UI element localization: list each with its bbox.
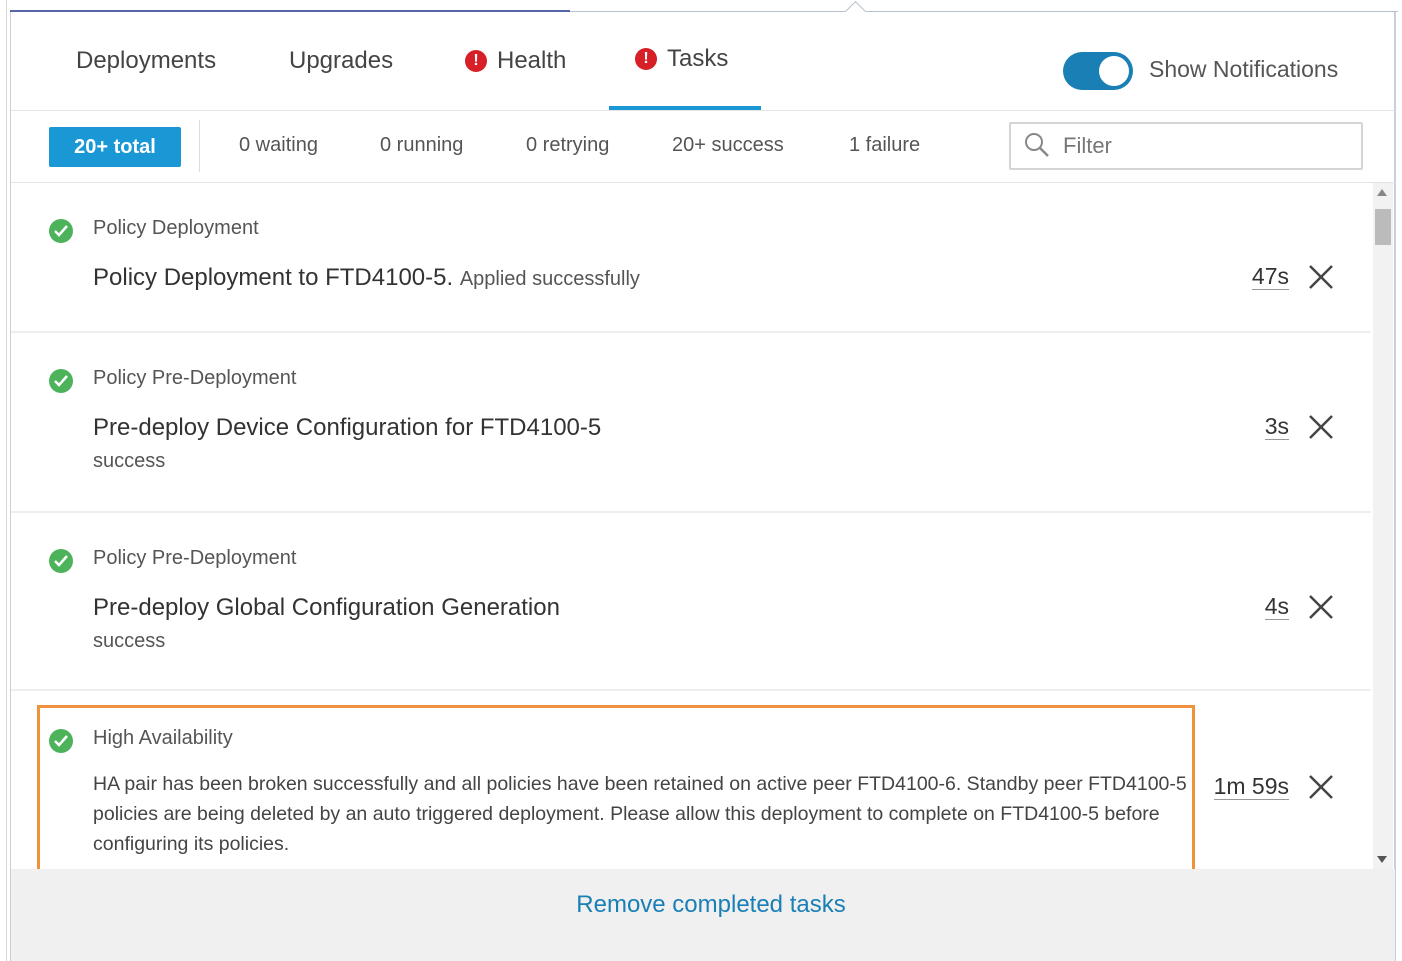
close-icon[interactable] (1307, 263, 1335, 291)
filter-total-button[interactable]: 20+ total (49, 127, 181, 167)
filter-failure[interactable]: 1 failure (849, 134, 920, 157)
tab-tasks[interactable]: ! Tasks (609, 12, 761, 110)
filter-retrying[interactable]: 0 retrying (526, 134, 609, 157)
filter-waiting[interactable]: 0 waiting (239, 134, 318, 157)
task-duration[interactable]: 47s (1251, 263, 1289, 290)
task-item: Policy Deployment Policy Deployment to F… (11, 183, 1371, 333)
status-filter-bar: 20+ total 0 waiting 0 running 0 retrying… (11, 110, 1395, 183)
tab-deployments[interactable]: Deployments (76, 12, 216, 110)
task-message-text: Policy Deployment to FTD4100-5. (93, 264, 454, 291)
close-icon[interactable] (1307, 413, 1335, 441)
tab-label: Upgrades (289, 47, 394, 74)
task-status-text: success (93, 450, 166, 472)
window-top-edge (0, 0, 1402, 23)
filter-input[interactable] (1061, 132, 1345, 160)
scrollbar-thumb[interactable] (1375, 209, 1391, 245)
highlight-box (37, 705, 1195, 869)
notifications-panel: Deployments Upgrades ! Health ! Tasks Sh… (10, 12, 1396, 961)
task-message: Pre-deploy Global Configuration Generati… (93, 594, 560, 621)
scroll-up-arrow-icon[interactable] (1377, 189, 1387, 196)
toggle-knob (1097, 54, 1131, 88)
task-category: Policy Pre-Deployment (93, 367, 297, 389)
tab-bar: Deployments Upgrades ! Health ! Tasks Sh… (11, 12, 1395, 111)
task-list-scrollbar[interactable] (1373, 183, 1393, 869)
close-icon[interactable] (1307, 593, 1335, 621)
task-category: Policy Pre-Deployment (93, 547, 297, 569)
search-icon (1025, 133, 1049, 157)
scroll-down-arrow-icon[interactable] (1377, 856, 1387, 863)
filter-search-box[interactable] (1009, 122, 1363, 170)
success-check-icon (49, 369, 73, 393)
show-notifications-label: Show Notifications (1149, 56, 1339, 82)
show-notifications-toggle[interactable] (1063, 52, 1133, 90)
task-category: Policy Deployment (93, 217, 259, 239)
error-icon: ! (465, 50, 487, 72)
task-duration[interactable]: 4s (1264, 593, 1289, 620)
tab-label: Health (497, 47, 567, 74)
task-duration[interactable]: 1m 59s (1213, 773, 1289, 800)
tab-upgrades[interactable]: Upgrades (289, 12, 393, 110)
divider (199, 120, 200, 172)
error-icon: ! (635, 48, 657, 70)
tab-label: Deployments (76, 47, 217, 74)
filter-success[interactable]: 20+ success (672, 134, 784, 157)
window-left-edge (0, 0, 7, 961)
task-duration[interactable]: 3s (1264, 413, 1289, 440)
success-check-icon (49, 219, 73, 243)
panel-footer: Remove completed tasks (11, 869, 1395, 961)
filter-running[interactable]: 0 running (380, 134, 463, 157)
task-message: Pre-deploy Device Configuration for FTD4… (93, 414, 602, 441)
remove-completed-tasks-link[interactable]: Remove completed tasks (11, 891, 1402, 919)
task-status-text: success (93, 630, 166, 652)
success-check-icon (49, 549, 73, 573)
task-message: Policy Deployment to FTD4100-5. Applied … (93, 264, 640, 292)
tab-label: Tasks (667, 45, 729, 72)
task-item: Policy Pre-Deployment Pre-deploy Global … (11, 513, 1371, 691)
task-list: Policy Deployment Policy Deployment to F… (11, 183, 1371, 869)
close-icon[interactable] (1307, 773, 1335, 801)
tab-health[interactable]: ! Health (465, 12, 566, 110)
task-item: Policy Pre-Deployment Pre-deploy Device … (11, 333, 1371, 513)
task-detail: Applied successfully (459, 268, 640, 290)
